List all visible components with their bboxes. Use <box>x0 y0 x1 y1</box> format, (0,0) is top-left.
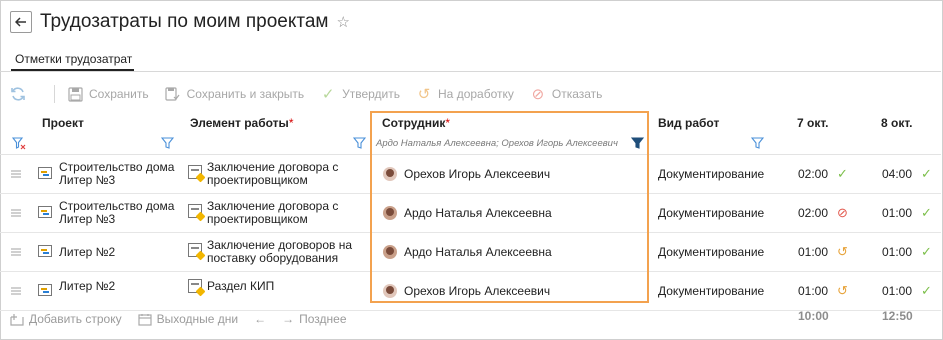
approved-icon: ✓ <box>921 166 932 181</box>
work-item-icon <box>188 165 202 179</box>
column-header-work-type[interactable]: Вид работ <box>658 116 719 130</box>
earlier-button[interactable]: ← <box>254 312 266 326</box>
later-label: Позднее <box>299 312 347 326</box>
refresh-button[interactable] <box>10 86 32 102</box>
approved-icon: ✓ <box>921 244 932 259</box>
check-icon: ✓ <box>321 86 335 103</box>
project-icon <box>38 167 52 179</box>
work-item-cell[interactable]: Заключение договоров на поставку оборудо… <box>207 239 367 265</box>
work-item-icon <box>188 204 202 218</box>
clear-filter-icon[interactable] <box>11 137 26 153</box>
project-icon <box>38 245 52 257</box>
title-bar: Трудозатраты по моим проектам ☆ <box>10 8 350 36</box>
day-2-hours[interactable]: 04:00 <box>882 168 912 181</box>
column-header-day-2[interactable]: 8 окт. <box>881 116 913 130</box>
day-2-hours[interactable]: 01:00 <box>882 285 912 298</box>
project-cell[interactable]: Строительство дома Литер №3 <box>59 200 184 226</box>
work-item-cell[interactable]: Заключение договора с проектировщиком <box>207 200 367 226</box>
rework-button[interactable]: ↺ На доработку <box>416 86 514 103</box>
weekends-label: Выходные дни <box>156 312 239 326</box>
back-button[interactable] <box>10 11 32 33</box>
rework-label: На доработку <box>438 87 514 101</box>
column-header-project-label: Проект <box>42 116 84 130</box>
add-row-button[interactable]: Добавить строку <box>10 312 122 326</box>
drag-handle-icon[interactable] <box>11 287 21 295</box>
tab-time-marks[interactable]: Отметки трудозатрат <box>15 52 132 66</box>
save-label: Сохранить <box>89 87 149 101</box>
work-item-icon <box>188 279 202 293</box>
refresh-icon <box>10 86 26 102</box>
later-button[interactable]: → Позднее <box>282 312 346 326</box>
work-item-icon <box>188 243 202 257</box>
add-row-label: Добавить строку <box>29 312 122 326</box>
work-type-cell[interactable]: Документирование <box>658 285 764 298</box>
work-item-cell[interactable]: Заключение договора с проектировщиком <box>207 161 367 187</box>
reject-button[interactable]: ⊘ Отказать <box>530 86 603 103</box>
column-header-work-type-label: Вид работ <box>658 116 720 130</box>
approved-icon: ✓ <box>921 283 932 298</box>
project-icon <box>38 206 52 218</box>
work-type-cell[interactable]: Документирование <box>658 246 764 259</box>
save-close-label: Сохранить и закрыть <box>186 87 305 101</box>
save-close-icon <box>165 86 181 102</box>
active-tab-indicator <box>11 69 134 71</box>
save-button[interactable]: Сохранить <box>67 86 149 102</box>
page-title: Трудозатраты по моим проектам <box>40 11 329 32</box>
column-header-work-item[interactable]: Элемент работы* <box>190 116 293 130</box>
column-header-project[interactable]: Проект <box>42 116 84 130</box>
day-1-hours[interactable]: 02:00 <box>798 168 828 181</box>
rework-icon: ↺ <box>837 244 848 259</box>
weekends-button[interactable]: Выходные дни <box>138 312 239 326</box>
day-1-hours[interactable]: 01:00 <box>798 285 828 298</box>
approve-button[interactable]: ✓ Утвердить <box>320 86 401 103</box>
toolbar: Сохранить Сохранить и закрыть ✓ Утвердит… <box>10 82 618 106</box>
day-1-hours[interactable]: 01:00 <box>798 246 828 259</box>
required-mark: * <box>288 116 294 130</box>
tab-bar: Отметки трудозатрат <box>0 44 941 72</box>
approve-label: Утвердить <box>342 87 401 101</box>
project-cell[interactable]: Строительство дома Литер №3 <box>59 161 184 187</box>
toolbar-separator <box>54 85 55 103</box>
day-2-hours[interactable]: 01:00 <box>882 207 912 220</box>
forbidden-icon: ⊘ <box>531 86 545 103</box>
work-type-cell[interactable]: Документирование <box>658 207 764 220</box>
rework-icon: ↺ <box>837 283 848 298</box>
employee-column-highlight <box>370 111 649 303</box>
column-header-day-2-label: 8 окт. <box>881 116 913 130</box>
approved-icon: ✓ <box>837 166 848 181</box>
rejected-icon: ⊘ <box>837 205 848 220</box>
filter-icon[interactable] <box>352 137 367 152</box>
project-cell[interactable]: Литер №2 <box>59 246 184 259</box>
drag-handle-icon[interactable] <box>11 209 21 217</box>
column-header-work-item-label: Элемент работы <box>190 116 289 130</box>
filter-icon[interactable] <box>750 137 765 152</box>
column-header-day-1[interactable]: 7 окт. <box>797 116 829 130</box>
save-icon <box>67 86 83 102</box>
star-icon[interactable]: ☆ <box>336 13 349 31</box>
reject-label: Отказать <box>551 87 603 101</box>
day-2-hours[interactable]: 01:00 <box>882 246 912 259</box>
work-item-cell[interactable]: Раздел КИП <box>207 280 367 293</box>
add-row-icon <box>10 313 24 326</box>
total-day-1: 10:00 <box>798 309 829 323</box>
total-day-2: 12:50 <box>882 309 913 323</box>
column-header-day-1-label: 7 окт. <box>797 116 829 130</box>
calendar-icon <box>138 313 152 326</box>
drag-handle-icon[interactable] <box>11 248 21 256</box>
day-1-hours[interactable]: 02:00 <box>798 207 828 220</box>
undo-icon: ↺ <box>417 86 431 103</box>
work-type-cell[interactable]: Документирование <box>658 168 764 181</box>
drag-handle-icon[interactable] <box>11 170 21 178</box>
arrow-right-icon: → <box>282 312 295 326</box>
save-close-button[interactable]: Сохранить и закрыть <box>165 86 304 102</box>
footer-toolbar: Добавить строку Выходные дни ← → Позднее <box>10 311 363 327</box>
approved-icon: ✓ <box>921 205 932 220</box>
back-arrow-icon <box>15 17 26 27</box>
arrow-left-icon: ← <box>254 312 267 326</box>
project-cell[interactable]: Литер №2 <box>59 280 184 293</box>
project-icon <box>38 284 52 296</box>
filter-icon[interactable] <box>160 137 175 152</box>
